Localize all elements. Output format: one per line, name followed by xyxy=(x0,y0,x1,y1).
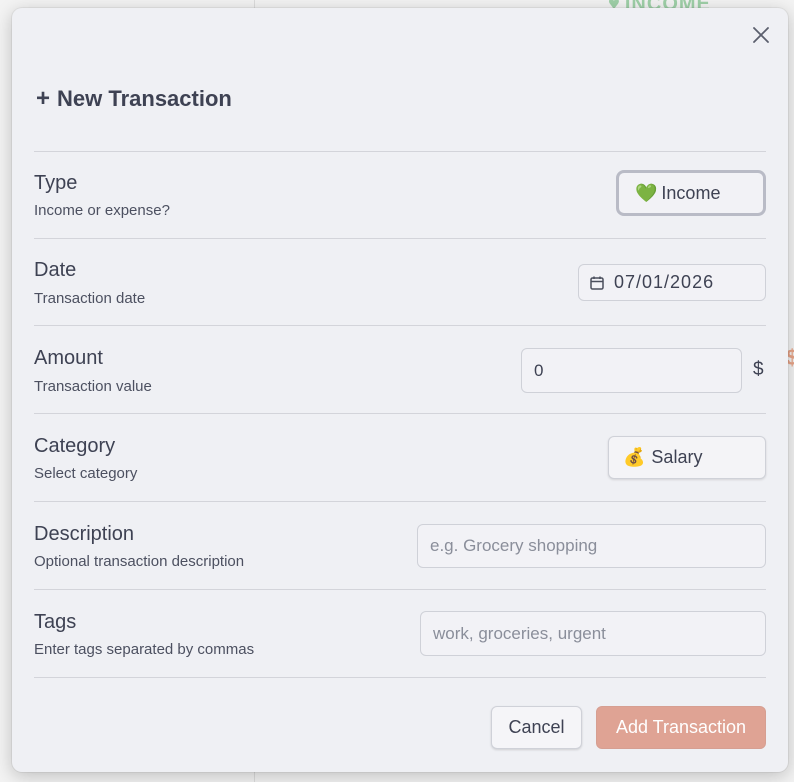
category-select-button[interactable]: 💰 Salary xyxy=(608,436,766,479)
date-value: 07/01/2026 xyxy=(614,272,715,292)
category-hint: Select category xyxy=(34,465,138,482)
green-heart-icon: 💚 xyxy=(635,182,658,203)
divider xyxy=(34,151,766,152)
tags-label: Tags xyxy=(34,611,77,633)
currency-symbol: $ xyxy=(753,359,764,380)
amount-label: Amount xyxy=(34,347,103,369)
date-input[interactable]: 07/01/2026 xyxy=(578,264,766,301)
description-hint: Optional transaction description xyxy=(34,553,245,570)
category-value: Salary xyxy=(651,447,703,467)
calendar-icon xyxy=(589,275,605,291)
new-transaction-modal: + New Transaction Type Income or expense… xyxy=(12,8,788,772)
money-bag-icon: 💰 xyxy=(623,447,646,467)
divider xyxy=(34,325,766,326)
type-value: Income xyxy=(661,182,721,203)
description-label: Description xyxy=(34,523,135,545)
divider xyxy=(34,589,766,590)
close-icon xyxy=(753,27,769,43)
date-label: Date xyxy=(34,259,77,281)
amount-value: 0 xyxy=(534,360,544,380)
date-hint: Transaction date xyxy=(34,290,146,307)
modal-title: + New Transaction xyxy=(36,86,232,112)
amount-input[interactable]: 0 xyxy=(521,348,742,393)
cancel-button[interactable]: Cancel xyxy=(491,706,582,749)
type-toggle-button[interactable]: 💚 Income xyxy=(616,170,766,216)
tags-hint: Enter tags separated by commas xyxy=(34,641,255,658)
tags-input[interactable]: work, groceries, urgent xyxy=(420,611,766,656)
description-placeholder: e.g. Grocery shopping xyxy=(430,536,598,555)
close-button[interactable] xyxy=(750,24,772,46)
add-transaction-button[interactable]: Add Transaction xyxy=(596,706,766,749)
amount-hint: Transaction value xyxy=(34,378,152,395)
divider xyxy=(34,677,766,678)
description-input[interactable]: e.g. Grocery shopping xyxy=(417,524,766,568)
type-hint: Income or expense? xyxy=(34,202,170,219)
divider xyxy=(34,413,766,414)
type-label: Type xyxy=(34,172,78,194)
plus-icon: + xyxy=(36,85,51,112)
category-label: Category xyxy=(34,435,116,457)
modal-title-text: New Transaction xyxy=(57,86,232,111)
divider xyxy=(34,501,766,502)
tags-placeholder: work, groceries, urgent xyxy=(433,623,606,643)
divider xyxy=(34,238,766,239)
